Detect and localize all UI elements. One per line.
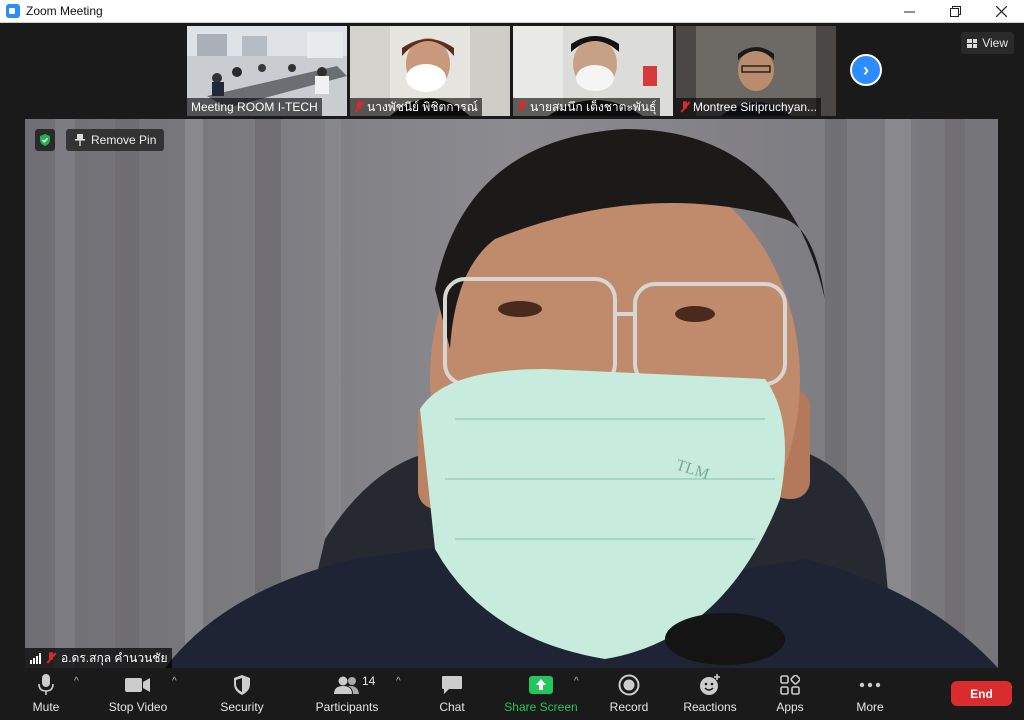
video-camera-icon	[124, 673, 152, 697]
record-label: Record	[609, 700, 649, 714]
meeting-toolbar: Mute ^ Stop Video ^ Security Participant…	[0, 668, 1024, 720]
more-dots-icon	[856, 673, 884, 697]
mute-button[interactable]: Mute	[26, 668, 66, 720]
participants-icon	[333, 673, 361, 697]
speaker-name-label: อ.ดร.สกุล คำนวนชัย	[25, 648, 173, 668]
connection-signal-icon	[30, 652, 41, 664]
chat-button[interactable]: Chat	[430, 668, 474, 720]
speaker-video-frame: TLM	[25, 119, 998, 668]
pin-icon	[75, 134, 85, 146]
share-screen-icon	[527, 673, 555, 697]
reactions-label: Reactions	[683, 700, 737, 714]
encryption-shield-icon[interactable]	[35, 129, 55, 151]
participant-thumbnail[interactable]: Montree Siripruchyan...	[676, 26, 836, 116]
participant-thumbnail[interactable]: นางพัชนีย์ พิชิตการณ์	[350, 26, 510, 116]
participant-name-label: นางพัชนีย์ พิชิตการณ์	[350, 98, 482, 116]
participant-name: Meeting ROOM I-TECH	[191, 100, 318, 114]
record-button[interactable]: Record	[606, 668, 652, 720]
meeting-area: Meeting ROOM I-TECH นางพัชนีย์ พิชิตการณ…	[0, 23, 1024, 668]
apps-icon	[776, 673, 804, 697]
share-screen-button[interactable]: Share Screen	[503, 668, 579, 720]
remove-pin-button[interactable]: Remove Pin	[66, 129, 165, 151]
mic-muted-icon	[46, 652, 56, 664]
participants-label: Participants	[315, 700, 379, 714]
participant-name-label: Meeting ROOM I-TECH	[187, 98, 322, 116]
minimize-button[interactable]	[886, 0, 932, 23]
thumbnail-strip: Meeting ROOM I-TECH นางพัชนีย์ พิชิตการณ…	[187, 26, 836, 116]
participant-name: Montree Siripruchyan...	[693, 100, 818, 114]
chat-bubble-icon	[438, 673, 466, 697]
mic-muted-icon	[354, 101, 364, 113]
participants-options-chevron-icon[interactable]: ^	[396, 676, 401, 687]
end-meeting-button[interactable]: End	[951, 681, 1012, 706]
reactions-smiley-icon	[696, 673, 724, 697]
active-speaker-video: TLM Remove Pin อ.ดร.สกุล คำนวนชัย	[25, 119, 998, 668]
mic-muted-icon	[680, 101, 690, 113]
close-button[interactable]	[978, 0, 1024, 23]
participant-thumbnail[interactable]: Meeting ROOM I-TECH	[187, 26, 347, 116]
security-button[interactable]: Security	[216, 668, 268, 720]
stop-video-button[interactable]: Stop Video	[104, 668, 172, 720]
security-label: Security	[220, 700, 264, 714]
participant-thumbnail[interactable]: นายสมนึก เต็งชาตะพันธุ์	[513, 26, 673, 116]
view-button[interactable]: View	[961, 32, 1014, 54]
speaker-name: อ.ดร.สกุล คำนวนชัย	[61, 650, 168, 665]
grid-view-icon	[967, 38, 978, 48]
apps-button[interactable]: Apps	[771, 668, 809, 720]
window-title: Zoom Meeting	[26, 4, 103, 18]
title-bar: Zoom Meeting	[0, 0, 1024, 23]
maximize-button[interactable]	[932, 0, 978, 23]
next-page-button[interactable]: ›	[850, 54, 882, 86]
participant-name-label: Montree Siripruchyan...	[676, 98, 822, 116]
chat-label: Chat	[439, 700, 465, 714]
zoom-logo-icon	[6, 4, 20, 18]
microphone-icon	[32, 673, 60, 697]
window-controls	[886, 0, 1024, 23]
remove-pin-label: Remove Pin	[91, 133, 157, 147]
participant-name-label: นายสมนึก เต็งชาตะพันธุ์	[513, 98, 661, 116]
audio-options-chevron-icon[interactable]: ^	[74, 676, 79, 687]
participant-name: นายสมนึก เต็งชาตะพันธุ์	[530, 99, 657, 114]
share-screen-label: Share Screen	[504, 700, 578, 714]
mic-muted-icon	[517, 101, 527, 113]
stop-video-label: Stop Video	[108, 700, 168, 714]
video-options-chevron-icon[interactable]: ^	[172, 676, 177, 687]
reactions-button[interactable]: Reactions	[681, 668, 739, 720]
mute-label: Mute	[32, 700, 60, 714]
chevron-right-icon: ›	[863, 59, 869, 80]
more-button[interactable]: More	[851, 668, 889, 720]
share-options-chevron-icon[interactable]: ^	[574, 676, 579, 687]
participants-count: 14	[362, 674, 376, 688]
apps-label: Apps	[776, 700, 804, 714]
view-button-label: View	[982, 36, 1008, 50]
record-icon	[615, 673, 643, 697]
more-label: More	[856, 700, 884, 714]
security-shield-icon	[228, 673, 256, 697]
participant-name: นางพัชนีย์ พิชิตการณ์	[367, 99, 478, 114]
